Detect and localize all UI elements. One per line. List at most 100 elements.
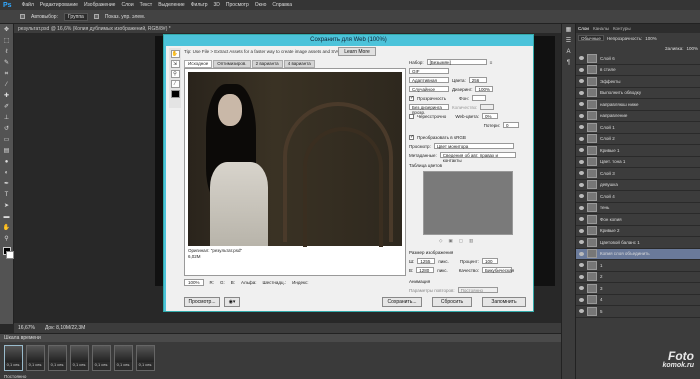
- layer-row[interactable]: 4: [576, 295, 700, 306]
- preset-select[interactable]: [Безымян]: [426, 59, 487, 65]
- layer-row[interactable]: Слой 4: [576, 191, 700, 203]
- menu-select[interactable]: Выделение: [158, 2, 185, 8]
- layer-row[interactable]: тень: [576, 203, 700, 214]
- paragraph-panel-icon[interactable]: ¶: [564, 59, 574, 68]
- matte-select[interactable]: [471, 95, 486, 101]
- eye-icon[interactable]: [579, 79, 584, 84]
- layer-name[interactable]: Выполнить обводку: [600, 90, 641, 95]
- eye-icon[interactable]: [579, 263, 584, 268]
- tab-4up[interactable]: 4 варианта: [283, 60, 315, 68]
- document-tab[interactable]: результат.psd @ 16,6% (Копия дублимых из…: [18, 26, 171, 32]
- hand-tool-icon[interactable]: ✋: [2, 224, 12, 233]
- path-select-tool-icon[interactable]: ➤: [2, 202, 12, 211]
- interlaced-checkbox[interactable]: [409, 113, 414, 119]
- eye-icon[interactable]: [579, 251, 584, 256]
- timeline-frame[interactable]: 0,1 сек.: [4, 345, 23, 371]
- eye-icon[interactable]: [579, 102, 584, 107]
- timeline-frame[interactable]: 0,1 сек.: [48, 345, 67, 371]
- eye-icon[interactable]: [579, 182, 584, 187]
- menu-layers[interactable]: Слои: [121, 2, 133, 8]
- eye-icon[interactable]: [579, 228, 584, 233]
- menu-window[interactable]: Окно: [255, 2, 267, 8]
- layer-row[interactable]: направление: [576, 111, 700, 122]
- crop-tool-icon[interactable]: ⌗: [2, 70, 12, 79]
- layer-row[interactable]: Фон копия: [576, 214, 700, 226]
- eye-icon[interactable]: [579, 274, 584, 279]
- dither-algo-select[interactable]: Случайное: [409, 86, 449, 92]
- tab-optimized[interactable]: Оптимизиров.: [213, 60, 251, 68]
- preview-select[interactable]: Цвет монитора: [433, 143, 514, 149]
- eye-icon[interactable]: [579, 136, 584, 141]
- slice-select-tool-icon[interactable]: ⇲: [170, 60, 180, 68]
- save-button[interactable]: Сохранить...: [382, 297, 422, 307]
- image-preview[interactable]: Оригинал: "результат.psd" 6,02M: [184, 68, 406, 276]
- delete-color-icon[interactable]: ▥: [469, 238, 473, 244]
- layer-row[interactable]: Цветовой баланс 1: [576, 237, 700, 249]
- browser-select[interactable]: ◉▾: [224, 297, 240, 307]
- timeline-frame[interactable]: 0,1 сек.: [92, 345, 111, 371]
- pen-tool-icon[interactable]: ✒: [2, 180, 12, 189]
- tab-original[interactable]: Исходное: [184, 60, 213, 68]
- layer-row[interactable]: 3: [576, 283, 700, 295]
- layer-row[interactable]: Кривые 1: [576, 145, 700, 157]
- layer-name[interactable]: 5: [600, 309, 603, 314]
- layer-name[interactable]: направляюш ниже: [600, 102, 639, 107]
- history-brush-tool-icon[interactable]: ↺: [2, 125, 12, 134]
- layer-row[interactable]: Слой 3: [576, 168, 700, 180]
- eye-icon[interactable]: [579, 148, 584, 153]
- stamp-tool-icon[interactable]: ⊥: [2, 114, 12, 123]
- eye-icon[interactable]: [579, 240, 584, 245]
- dither-input[interactable]: 100%: [475, 86, 494, 92]
- autoselect-checkbox[interactable]: [20, 14, 25, 19]
- layer-row[interactable]: 5: [576, 306, 700, 318]
- layer-name[interactable]: Слой 2: [600, 136, 615, 141]
- loop-options-select[interactable]: Постоянно: [457, 287, 498, 293]
- eye-icon[interactable]: [579, 171, 584, 176]
- eye-icon[interactable]: [579, 67, 584, 72]
- layer-name[interactable]: 1: [600, 263, 603, 268]
- layer-name[interactable]: тень: [600, 205, 609, 210]
- width-input[interactable]: 1255: [417, 258, 436, 264]
- eye-icon[interactable]: [579, 286, 584, 291]
- reduction-select[interactable]: Адаптивная: [409, 77, 449, 83]
- layer-name[interactable]: Слой 1: [600, 125, 615, 130]
- hand-tool-icon[interactable]: ✋: [170, 50, 180, 58]
- layer-name[interactable]: Слой 3: [600, 171, 615, 176]
- loop-select[interactable]: Постоянно: [0, 374, 570, 379]
- frame-delay[interactable]: 0,1 сек.: [71, 362, 88, 367]
- srgb-checkbox[interactable]: [409, 134, 414, 140]
- layer-name[interactable]: Кривые 2: [600, 228, 620, 233]
- layer-name[interactable]: направление: [600, 113, 627, 118]
- layer-name[interactable]: Кривые 1: [600, 148, 620, 153]
- colors-input[interactable]: 256: [468, 77, 487, 83]
- layer-name[interactable]: 3: [600, 286, 603, 291]
- layer-name[interactable]: в стиле: [600, 67, 616, 72]
- menu-filter[interactable]: Фильтр: [191, 2, 208, 8]
- learn-more-button[interactable]: Learn More: [338, 47, 376, 56]
- eye-icon[interactable]: [579, 194, 584, 199]
- eye-icon[interactable]: [579, 125, 584, 130]
- reset-button[interactable]: Сбросить: [432, 297, 472, 307]
- metadata-select[interactable]: Сведения об авт. правах и контакты: [439, 152, 516, 163]
- menu-image[interactable]: Изображение: [84, 2, 116, 8]
- layer-row[interactable]: в стиле: [576, 65, 700, 76]
- brush-tool-icon[interactable]: ✐: [2, 103, 12, 112]
- zoom-tool-icon[interactable]: ⚲: [170, 70, 180, 78]
- autoselect-mode-select[interactable]: Группа: [63, 12, 88, 21]
- layer-name[interactable]: Эффекты: [600, 79, 620, 84]
- lasso-tool-icon[interactable]: ℓ: [2, 48, 12, 57]
- timeline-frame[interactable]: 0,1 сек.: [70, 345, 89, 371]
- menu-view[interactable]: Просмотр: [226, 2, 249, 8]
- layer-row[interactable]: Слой 6: [576, 53, 700, 65]
- preview-button[interactable]: Просмотр...: [184, 297, 220, 307]
- frame-delay[interactable]: 0,1 сек.: [137, 362, 154, 367]
- eyedropper-tool-icon[interactable]: ⁄: [170, 80, 180, 88]
- menu-help[interactable]: Справка: [272, 2, 292, 8]
- layer-name[interactable]: Слой 4: [600, 194, 615, 199]
- layer-row[interactable]: 1: [576, 260, 700, 272]
- layer-row[interactable]: Кривые 2: [576, 226, 700, 237]
- eye-icon[interactable]: [579, 297, 584, 302]
- eraser-tool-icon[interactable]: ▭: [2, 136, 12, 145]
- eyedropper-color-icon[interactable]: [170, 90, 180, 98]
- tab-paths[interactable]: Контуры: [613, 26, 631, 31]
